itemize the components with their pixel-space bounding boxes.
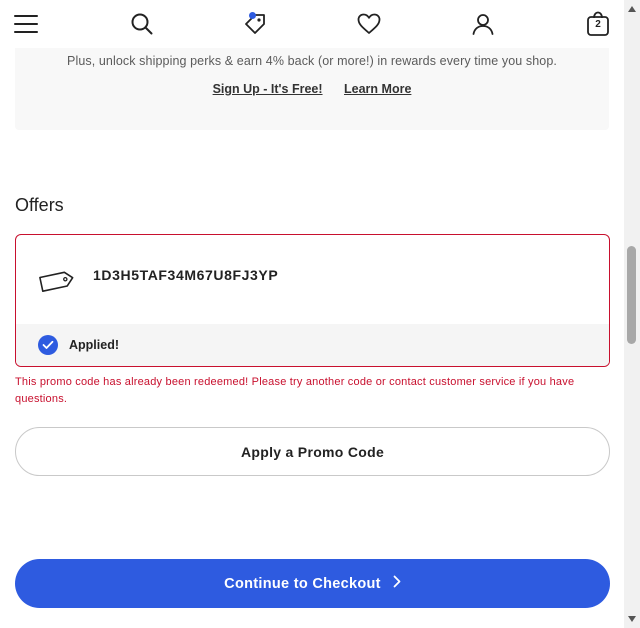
learn-more-link[interactable]: Learn More bbox=[344, 82, 411, 96]
checkout-label: Continue to Checkout bbox=[224, 575, 381, 592]
top-navigation: 2 bbox=[0, 0, 624, 48]
heart-icon[interactable] bbox=[355, 10, 383, 38]
scroll-down-arrow-icon[interactable] bbox=[628, 616, 636, 622]
scrollbar-thumb[interactable] bbox=[627, 246, 636, 344]
apply-promo-code-label: Apply a Promo Code bbox=[240, 443, 385, 460]
vertical-scrollbar[interactable] bbox=[624, 0, 640, 628]
applied-status-label: Applied! bbox=[69, 338, 119, 352]
shopping-bag-icon[interactable]: 2 bbox=[584, 10, 612, 38]
promo-code-value: 1D3H5TAF34M67U8FJ3YP bbox=[93, 267, 279, 283]
notification-dot bbox=[249, 12, 256, 19]
hamburger-menu-icon[interactable] bbox=[12, 10, 40, 38]
applied-status-row: Applied! bbox=[16, 324, 609, 366]
continue-to-checkout-button[interactable]: Continue to Checkout bbox=[15, 559, 610, 608]
applied-offer-card: 1D3H5TAF34M67U8FJ3YP Applied! bbox=[15, 234, 610, 367]
sign-up-link[interactable]: Sign Up - It's Free! bbox=[213, 82, 323, 96]
tag-offers-icon[interactable] bbox=[241, 10, 269, 38]
user-icon[interactable] bbox=[469, 10, 497, 38]
rewards-links: Sign Up - It's Free! Learn More bbox=[15, 82, 609, 96]
search-icon[interactable] bbox=[128, 10, 156, 38]
rewards-perks-text: Plus, unlock shipping perks & earn 4% ba… bbox=[67, 54, 557, 68]
chevron-right-icon bbox=[393, 575, 401, 592]
scroll-up-arrow-icon[interactable] bbox=[628, 6, 636, 12]
apply-promo-code-button[interactable]: Apply a Promo Code bbox=[15, 427, 610, 476]
bag-count-badge: 2 bbox=[595, 19, 601, 30]
price-tag-icon bbox=[38, 265, 76, 302]
check-icon bbox=[38, 335, 58, 355]
promo-error-message: This promo code has already been redeeme… bbox=[15, 376, 575, 405]
offers-heading: Offers bbox=[15, 195, 64, 215]
rewards-promo-panel: Plus, unlock shipping perks & earn 4% ba… bbox=[15, 40, 609, 130]
